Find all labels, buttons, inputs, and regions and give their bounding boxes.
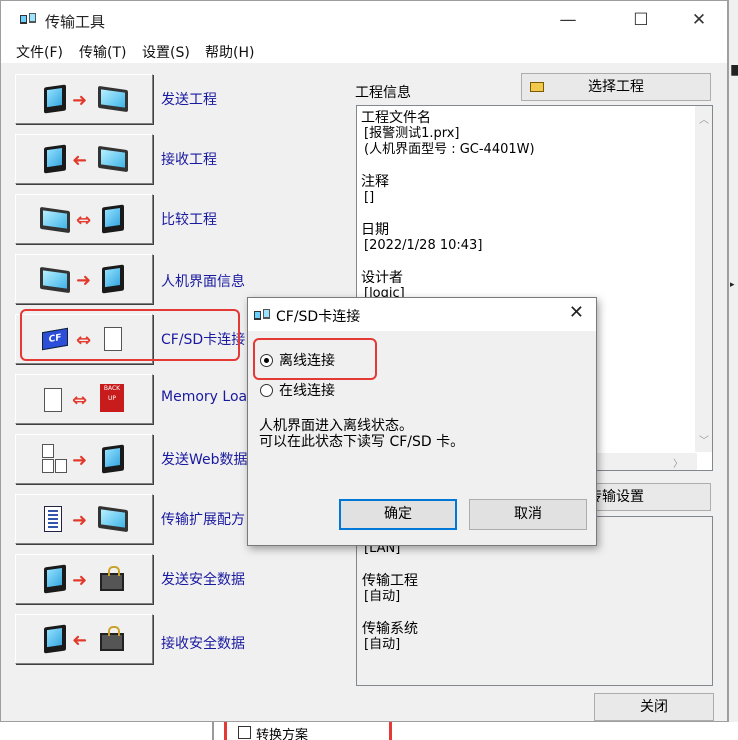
highlight-box-cf-sd bbox=[20, 309, 240, 361]
select-project-button[interactable]: 选择工程 bbox=[521, 73, 711, 101]
send-web-data-icon: ➜ bbox=[40, 444, 132, 476]
compare-project-button[interactable]: ⇔ bbox=[15, 194, 153, 244]
file-name-title: 工程文件名 bbox=[361, 110, 431, 126]
radio-unselected-icon[interactable] bbox=[260, 384, 273, 397]
send-web-data-button[interactable]: ➜ bbox=[15, 434, 153, 484]
memory-loader-icon: ⇔ BACK UP bbox=[40, 384, 132, 416]
minimize-button[interactable]: — bbox=[545, 1, 591, 39]
dialog-title-bar[interactable]: CF/SD卡连接 ✕ bbox=[248, 298, 596, 331]
receive-project-label[interactable]: 接收工程 bbox=[161, 149, 217, 169]
online-connect-label: 在线连接 bbox=[279, 383, 335, 399]
window-title: 传输工具 bbox=[45, 13, 106, 31]
send-project-icon: ➜ bbox=[40, 84, 132, 116]
send-project-button[interactable]: ➜ bbox=[15, 74, 153, 124]
cancel-button[interactable]: 取消 bbox=[469, 499, 587, 530]
transfer-system-title: 传输系统 bbox=[362, 621, 418, 637]
dialog-message-line1: 人机界面进入离线状态。 bbox=[259, 418, 413, 434]
comment-title: 注释 bbox=[361, 174, 389, 190]
transfer-recipe-button[interactable]: ➜ bbox=[15, 494, 153, 544]
hmi-info-label[interactable]: 人机界面信息 bbox=[161, 271, 245, 291]
scroll-up-icon[interactable]: ︿ bbox=[699, 111, 709, 126]
background-glyph: ■ bbox=[730, 62, 738, 78]
close-window-button[interactable]: ✕ bbox=[676, 1, 722, 39]
title-bar[interactable]: 传输工具 — ☐ ✕ bbox=[1, 1, 727, 39]
receive-project-button[interactable]: ➜ bbox=[15, 134, 153, 184]
compare-project-label[interactable]: 比较工程 bbox=[161, 209, 217, 229]
close-button[interactable]: 关闭 bbox=[594, 693, 714, 721]
highlight-box-offline bbox=[253, 338, 377, 380]
transfer-recipe-label[interactable]: 传输扩展配方 bbox=[161, 509, 245, 529]
background-arrow-icon: ▸ bbox=[730, 280, 735, 290]
vertical-scrollbar[interactable]: ︿ ﹀ bbox=[695, 106, 712, 452]
file-name-value: [报警测试1.prx] bbox=[364, 126, 460, 141]
select-project-button-label: 选择工程 bbox=[588, 79, 644, 95]
comment-value: [] bbox=[364, 190, 375, 205]
hmi-info-icon: ➜ bbox=[40, 264, 132, 296]
background-checkbox-label: 转换方案 bbox=[256, 728, 309, 740]
menu-bar: 文件(F) 传输(T) 设置(S) 帮助(H) bbox=[1, 39, 727, 63]
send-security-data-button[interactable]: ➜ bbox=[15, 554, 153, 604]
transfer-recipe-icon: ➜ bbox=[40, 504, 132, 536]
receive-project-icon: ➜ bbox=[40, 144, 132, 176]
folder-icon bbox=[530, 82, 544, 92]
dialog-message-line2: 可以在此状态下读写 CF/SD 卡。 bbox=[259, 434, 465, 450]
hmi-info-button[interactable]: ➜ bbox=[15, 254, 153, 304]
project-info-label: 工程信息 bbox=[355, 85, 411, 101]
cf-sd-connect-dialog: CF/SD卡连接 ✕ 离线连接 在线连接 人机界面进入离线状态。 可以在此状态下… bbox=[247, 297, 597, 546]
background-red-mark bbox=[224, 722, 227, 740]
background-checkbox bbox=[238, 726, 251, 739]
menu-file[interactable]: 文件(F) bbox=[16, 42, 63, 62]
date-title: 日期 bbox=[361, 222, 389, 238]
send-security-data-label[interactable]: 发送安全数据 bbox=[161, 569, 245, 589]
background-divider bbox=[212, 722, 214, 740]
dialog-close-icon[interactable]: ✕ bbox=[569, 302, 584, 323]
background-window-bottom: 转换方案 bbox=[0, 722, 738, 740]
menu-transfer[interactable]: 传输(T) bbox=[79, 42, 126, 62]
maximize-button[interactable]: ☐ bbox=[618, 1, 664, 39]
scroll-right-icon[interactable]: 〉 bbox=[673, 455, 683, 470]
scroll-down-icon[interactable]: ﹀ bbox=[699, 432, 709, 447]
background-red-mark bbox=[389, 722, 392, 740]
hmi-model-value: (人机界面型号 : GC-4401W) bbox=[364, 142, 535, 157]
memory-loader-button[interactable]: ⇔ BACK UP bbox=[15, 374, 153, 424]
receive-security-data-icon: ➜ bbox=[40, 624, 132, 656]
send-web-data-label[interactable]: 发送Web数据 bbox=[161, 449, 248, 469]
receive-security-data-button[interactable]: ➜ bbox=[15, 614, 153, 664]
send-security-data-icon: ➜ bbox=[40, 564, 132, 596]
send-project-label[interactable]: 发送工程 bbox=[161, 89, 217, 109]
transfer-app-icon bbox=[20, 13, 36, 24]
menu-settings[interactable]: 设置(S) bbox=[142, 42, 190, 62]
designer-title: 设计者 bbox=[361, 270, 403, 286]
date-value: [2022/1/28 10:43] bbox=[364, 238, 483, 253]
dialog-app-icon bbox=[254, 309, 270, 320]
compare-project-icon: ⇔ bbox=[40, 204, 132, 236]
transfer-system-value: [自动] bbox=[364, 637, 401, 652]
menu-help[interactable]: 帮助(H) bbox=[205, 42, 254, 62]
transfer-project-value: [自动] bbox=[364, 589, 401, 604]
dialog-title: CF/SD卡连接 bbox=[276, 309, 361, 325]
transfer-project-title: 传输工程 bbox=[362, 573, 418, 589]
background-window-edge: ■ ▸ bbox=[728, 0, 738, 740]
ok-button[interactable]: 确定 bbox=[339, 499, 457, 530]
online-connect-option[interactable]: 在线连接 bbox=[260, 380, 335, 400]
dialog-message: 人机界面进入离线状态。 可以在此状态下读写 CF/SD 卡。 bbox=[259, 418, 464, 450]
receive-security-data-label[interactable]: 接收安全数据 bbox=[161, 633, 245, 653]
